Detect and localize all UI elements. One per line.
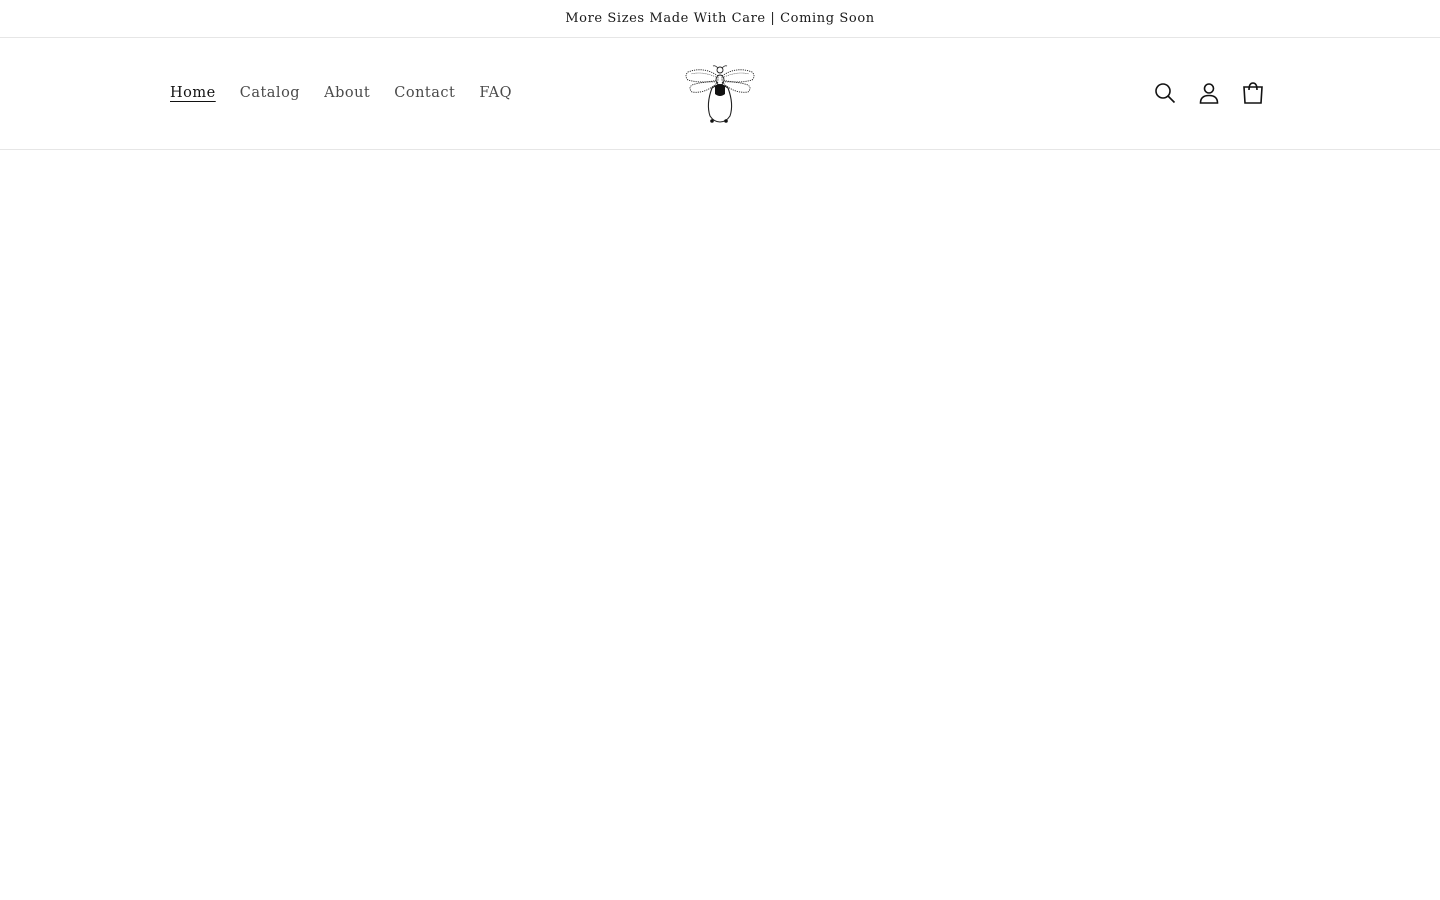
site-logo[interactable] [682, 64, 758, 126]
site-header: Home Catalog About Contact FAQ [0, 38, 1440, 150]
search-icon [1155, 83, 1176, 104]
cart-button[interactable] [1240, 80, 1266, 106]
nav-link-about[interactable]: About [324, 85, 370, 101]
announcement-text: More Sizes Made With Care | Coming Soon [565, 11, 875, 26]
nav-link-faq[interactable]: FAQ [479, 85, 512, 101]
main-nav: Home Catalog About Contact FAQ [170, 38, 536, 148]
bee-logo-icon [685, 65, 755, 123]
main-content [0, 150, 1440, 899]
announcement-bar: More Sizes Made With Care | Coming Soon [0, 0, 1440, 38]
nav-link-catalog[interactable]: Catalog [240, 85, 300, 101]
header-icons [1152, 38, 1266, 148]
account-button[interactable] [1196, 80, 1222, 106]
account-icon [1199, 83, 1219, 104]
search-button[interactable] [1152, 80, 1178, 106]
cart-icon [1243, 82, 1263, 104]
nav-link-contact[interactable]: Contact [394, 85, 455, 101]
nav-link-home[interactable]: Home [170, 85, 216, 101]
